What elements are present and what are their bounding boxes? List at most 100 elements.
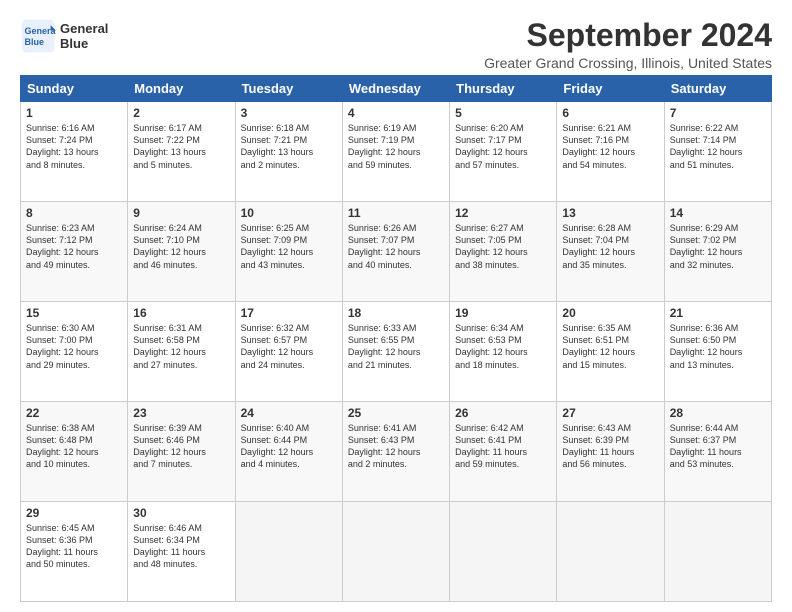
day-number: 28 bbox=[670, 406, 766, 420]
cell-info: Sunrise: 6:44 AMSunset: 6:37 PMDaylight:… bbox=[670, 422, 766, 471]
day-number: 27 bbox=[562, 406, 658, 420]
day-number: 12 bbox=[455, 206, 551, 220]
cell-info: Sunrise: 6:45 AMSunset: 6:36 PMDaylight:… bbox=[26, 522, 122, 571]
cell-line: Sunrise: 6:45 AM bbox=[26, 522, 122, 534]
day-number: 5 bbox=[455, 106, 551, 120]
col-header-friday: Friday bbox=[557, 76, 664, 102]
cell-line: and 21 minutes. bbox=[348, 359, 444, 371]
svg-text:Blue: Blue bbox=[25, 37, 45, 47]
cell-line: and 43 minutes. bbox=[241, 259, 337, 271]
cell-line: and 54 minutes. bbox=[562, 159, 658, 171]
cell-line: Sunset: 7:00 PM bbox=[26, 334, 122, 346]
cell-line: Daylight: 12 hours bbox=[241, 446, 337, 458]
cell-info: Sunrise: 6:35 AMSunset: 6:51 PMDaylight:… bbox=[562, 322, 658, 371]
cell-line: Sunset: 6:36 PM bbox=[26, 534, 122, 546]
day-number: 21 bbox=[670, 306, 766, 320]
logo: General Blue General Blue bbox=[20, 18, 108, 54]
day-number: 17 bbox=[241, 306, 337, 320]
cell-line: and 18 minutes. bbox=[455, 359, 551, 371]
col-header-thursday: Thursday bbox=[450, 76, 557, 102]
calendar-cell: 27Sunrise: 6:43 AMSunset: 6:39 PMDayligh… bbox=[557, 402, 664, 502]
calendar-cell bbox=[235, 502, 342, 602]
cell-line: Daylight: 11 hours bbox=[26, 546, 122, 558]
cell-line: Sunset: 7:21 PM bbox=[241, 134, 337, 146]
cell-line: Sunset: 7:17 PM bbox=[455, 134, 551, 146]
day-number: 14 bbox=[670, 206, 766, 220]
calendar-cell: 7Sunrise: 6:22 AMSunset: 7:14 PMDaylight… bbox=[664, 102, 771, 202]
logo-line2: Blue bbox=[60, 36, 108, 51]
cell-line: Sunrise: 6:22 AM bbox=[670, 122, 766, 134]
calendar-cell: 2Sunrise: 6:17 AMSunset: 7:22 PMDaylight… bbox=[128, 102, 235, 202]
cell-info: Sunrise: 6:30 AMSunset: 7:00 PMDaylight:… bbox=[26, 322, 122, 371]
calendar-cell: 25Sunrise: 6:41 AMSunset: 6:43 PMDayligh… bbox=[342, 402, 449, 502]
cell-info: Sunrise: 6:21 AMSunset: 7:16 PMDaylight:… bbox=[562, 122, 658, 171]
cell-line: Sunrise: 6:27 AM bbox=[455, 222, 551, 234]
cell-line: Daylight: 12 hours bbox=[348, 446, 444, 458]
cell-line: Sunrise: 6:26 AM bbox=[348, 222, 444, 234]
calendar-cell: 29Sunrise: 6:45 AMSunset: 6:36 PMDayligh… bbox=[21, 502, 128, 602]
calendar-cell bbox=[342, 502, 449, 602]
day-number: 4 bbox=[348, 106, 444, 120]
cell-line: Sunset: 6:43 PM bbox=[348, 434, 444, 446]
cell-line: Daylight: 12 hours bbox=[670, 146, 766, 158]
day-number: 1 bbox=[26, 106, 122, 120]
calendar-cell: 9Sunrise: 6:24 AMSunset: 7:10 PMDaylight… bbox=[128, 202, 235, 302]
day-number: 23 bbox=[133, 406, 229, 420]
month-title: September 2024 bbox=[484, 18, 772, 53]
page: General Blue General Blue September 2024… bbox=[0, 0, 792, 612]
cell-line: and 35 minutes. bbox=[562, 259, 658, 271]
calendar-week-row: 8Sunrise: 6:23 AMSunset: 7:12 PMDaylight… bbox=[21, 202, 772, 302]
cell-line: Sunrise: 6:24 AM bbox=[133, 222, 229, 234]
cell-line: and 32 minutes. bbox=[670, 259, 766, 271]
cell-line: Sunrise: 6:42 AM bbox=[455, 422, 551, 434]
day-number: 30 bbox=[133, 506, 229, 520]
cell-line: and 59 minutes. bbox=[455, 458, 551, 470]
cell-line: Daylight: 11 hours bbox=[670, 446, 766, 458]
cell-line: Sunset: 6:55 PM bbox=[348, 334, 444, 346]
calendar-header-row: SundayMondayTuesdayWednesdayThursdayFrid… bbox=[21, 76, 772, 102]
cell-line: and 2 minutes. bbox=[241, 159, 337, 171]
cell-line: and 57 minutes. bbox=[455, 159, 551, 171]
calendar-week-row: 15Sunrise: 6:30 AMSunset: 7:00 PMDayligh… bbox=[21, 302, 772, 402]
cell-line: Daylight: 11 hours bbox=[562, 446, 658, 458]
cell-line: Daylight: 12 hours bbox=[348, 246, 444, 258]
calendar-cell: 17 Sunrise: 6:32 AMSunset: 6:57 PMDayligh… bbox=[235, 302, 342, 402]
cell-line: Sunset: 7:07 PM bbox=[348, 234, 444, 246]
cell-line: Daylight: 12 hours bbox=[133, 446, 229, 458]
cell-line: Sunset: 7:16 PM bbox=[562, 134, 658, 146]
cell-line: and 40 minutes. bbox=[348, 259, 444, 271]
calendar-cell bbox=[450, 502, 557, 602]
cell-line: Sunrise: 6:32 AM bbox=[241, 322, 337, 334]
cell-line: and 46 minutes. bbox=[133, 259, 229, 271]
cell-info: Sunrise: 6:25 AMSunset: 7:09 PMDaylight:… bbox=[241, 222, 337, 271]
calendar-cell bbox=[664, 502, 771, 602]
calendar-cell: 3Sunrise: 6:18 AMSunset: 7:21 PMDaylight… bbox=[235, 102, 342, 202]
cell-info: Sunrise: 6:32 AMSunset: 6:57 PMDaylight:… bbox=[241, 322, 337, 371]
cell-info: Sunrise: 6:18 AMSunset: 7:21 PMDaylight:… bbox=[241, 122, 337, 171]
cell-info: Sunrise: 6:39 AMSunset: 6:46 PMDaylight:… bbox=[133, 422, 229, 471]
cell-line: Sunrise: 6:31 AM bbox=[133, 322, 229, 334]
cell-line: Sunrise: 6:46 AM bbox=[133, 522, 229, 534]
calendar-cell: 26Sunrise: 6:42 AMSunset: 6:41 PMDayligh… bbox=[450, 402, 557, 502]
calendar-cell: 21Sunrise: 6:36 AMSunset: 6:50 PMDayligh… bbox=[664, 302, 771, 402]
calendar-cell: 11 Sunrise: 6:26 AMSunset: 7:07 PMDayligh… bbox=[342, 202, 449, 302]
calendar-cell: 18Sunrise: 6:33 AMSunset: 6:55 PMDayligh… bbox=[342, 302, 449, 402]
cell-line: Sunrise: 6:18 AM bbox=[241, 122, 337, 134]
calendar-cell: 22Sunrise: 6:38 AMSunset: 6:48 PMDayligh… bbox=[21, 402, 128, 502]
calendar-cell: 12Sunrise: 6:27 AMSunset: 7:05 PMDayligh… bbox=[450, 202, 557, 302]
cell-line: and 24 minutes. bbox=[241, 359, 337, 371]
calendar-cell: 14Sunrise: 6:29 AMSunset: 7:02 PMDayligh… bbox=[664, 202, 771, 302]
cell-line: Daylight: 12 hours bbox=[241, 246, 337, 258]
cell-line: Daylight: 13 hours bbox=[241, 146, 337, 158]
logo-icon: General Blue bbox=[20, 18, 56, 54]
calendar-cell: 15Sunrise: 6:30 AMSunset: 7:00 PMDayligh… bbox=[21, 302, 128, 402]
cell-line: Sunrise: 6:16 AM bbox=[26, 122, 122, 134]
cell-line: and 50 minutes. bbox=[26, 558, 122, 570]
cell-line: and 7 minutes. bbox=[133, 458, 229, 470]
cell-line: Sunrise: 6:29 AM bbox=[670, 222, 766, 234]
cell-line: Sunrise: 6:17 AM bbox=[133, 122, 229, 134]
day-number: 11 bbox=[348, 206, 444, 220]
cell-line: and 27 minutes. bbox=[133, 359, 229, 371]
cell-info: Sunrise: 6:24 AMSunset: 7:10 PMDaylight:… bbox=[133, 222, 229, 271]
calendar-cell: 19Sunrise: 6:34 AMSunset: 6:53 PMDayligh… bbox=[450, 302, 557, 402]
